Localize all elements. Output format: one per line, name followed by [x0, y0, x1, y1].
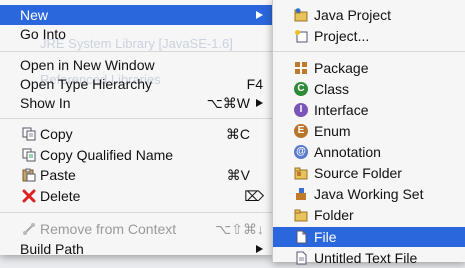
- submenu-item-folder[interactable]: Folder: [273, 205, 465, 225]
- project-icon: [295, 30, 308, 43]
- submenu-item-label: Interface: [314, 102, 369, 118]
- menu-item-copy-qualified-name[interactable]: Copy Qualified Name: [0, 145, 272, 165]
- copy-qualified-name-icon: [22, 148, 36, 162]
- java-working-set-icon: [296, 188, 306, 200]
- submenu-item-file[interactable]: File: [273, 227, 465, 247]
- menu-item-paste[interactable]: Paste ⌘V: [0, 165, 272, 185]
- menu-item-label: Show In: [20, 95, 71, 111]
- menu-item-new[interactable]: New: [0, 5, 272, 25]
- submenu-item-class[interactable]: C Class: [273, 79, 465, 99]
- submenu-arrow-icon: [256, 11, 263, 19]
- menu-item-go-into[interactable]: Go Into: [0, 24, 272, 44]
- menu-item-show-in[interactable]: Show In ⌥⌘W: [0, 93, 272, 113]
- menu-item-shortcut: F4: [246, 76, 263, 92]
- submenu-item-label: Java Working Set: [314, 186, 424, 202]
- menu-item-open-type-hierarchy[interactable]: Open Type Hierarchy F4: [0, 74, 272, 94]
- menu-item-label: Go Into: [20, 26, 66, 42]
- menu-item-label: Build Path: [20, 241, 84, 257]
- menu-item-label: Open Type Hierarchy: [20, 76, 153, 92]
- submenu-item-untitled-text-file[interactable]: Untitled Text File: [273, 248, 465, 268]
- menu-item-label: New: [20, 7, 49, 23]
- menu-item-shortcut: ⌘C: [225, 126, 250, 142]
- context-menu: JRE System Library [JavaSE-1.6] Referenc…: [0, 0, 272, 257]
- menu-separator: [0, 212, 272, 213]
- submenu-item-label: Source Folder: [314, 165, 402, 181]
- submenu-item-package[interactable]: Package: [273, 58, 465, 78]
- submenu-item-interface[interactable]: I Interface: [273, 100, 465, 120]
- file-icon: [296, 230, 307, 244]
- package-icon: [295, 62, 307, 74]
- menu-item-shortcut: ⌥⌘W: [206, 95, 250, 111]
- menu-item-label: Open in New Window: [20, 57, 155, 73]
- class-icon: C: [294, 82, 308, 96]
- submenu-item-label: Package: [314, 60, 369, 76]
- menu-separator: [0, 118, 272, 119]
- interface-icon: I: [294, 103, 308, 117]
- submenu-item-enum[interactable]: E Enum: [273, 121, 465, 141]
- delete-icon: [22, 189, 36, 203]
- annotation-icon: @: [294, 145, 308, 159]
- menu-item-label: Copy Qualified Name: [40, 147, 174, 163]
- submenu-item-label: Enum: [314, 123, 351, 139]
- java-project-icon: [294, 8, 308, 22]
- menu-item-copy[interactable]: Copy ⌘C: [0, 124, 272, 144]
- menu-item-label: Delete: [40, 188, 81, 204]
- menu-item-shortcut: ⌦: [244, 188, 264, 204]
- submenu-item-label: Class: [314, 81, 350, 97]
- menu-item-label: Copy: [40, 126, 73, 142]
- submenu-item-label: Java Project: [314, 7, 392, 23]
- submenu-arrow-icon: [256, 245, 263, 253]
- untitled-text-file-icon: [296, 251, 307, 265]
- menu-separator: [273, 51, 465, 52]
- submenu-item-project[interactable]: Project...: [273, 26, 465, 46]
- submenu-item-java-project[interactable]: Java Project: [273, 5, 465, 25]
- menu-item-remove-from-context[interactable]: Remove from Context ⌥⇧⌘↓: [0, 219, 272, 239]
- menu-item-open-in-new-window[interactable]: Open in New Window: [0, 55, 272, 75]
- submenu-item-label: Project...: [314, 28, 370, 44]
- menu-item-label: Remove from Context: [40, 221, 177, 237]
- submenu-item-annotation[interactable]: @ Annotation: [273, 142, 465, 162]
- menu-item-shortcut: ⌘V: [226, 167, 250, 183]
- menu-separator: [0, 51, 272, 52]
- submenu-item-java-working-set[interactable]: Java Working Set: [273, 184, 465, 204]
- new-submenu: Java Project Project... Package C Class …: [272, 0, 465, 266]
- folder-icon: [294, 209, 308, 222]
- submenu-item-label: Untitled Text File: [314, 250, 418, 266]
- menu-item-build-path[interactable]: Build Path: [0, 239, 272, 259]
- enum-icon: E: [294, 124, 308, 138]
- copy-icon: [22, 127, 36, 141]
- submenu-arrow-icon: [256, 99, 263, 107]
- menu-item-delete[interactable]: Delete ⌦: [0, 186, 272, 206]
- submenu-item-source-folder[interactable]: Source Folder: [273, 163, 465, 183]
- submenu-item-label: Folder: [314, 207, 354, 223]
- menu-item-label: Paste: [40, 167, 76, 183]
- menu-item-shortcut: ⌥⇧⌘↓: [215, 221, 264, 237]
- submenu-item-label: File: [314, 229, 337, 245]
- source-folder-icon: [294, 167, 308, 180]
- remove-from-context-icon: [23, 223, 35, 235]
- paste-icon: [22, 168, 36, 182]
- submenu-item-label: Annotation: [314, 144, 381, 160]
